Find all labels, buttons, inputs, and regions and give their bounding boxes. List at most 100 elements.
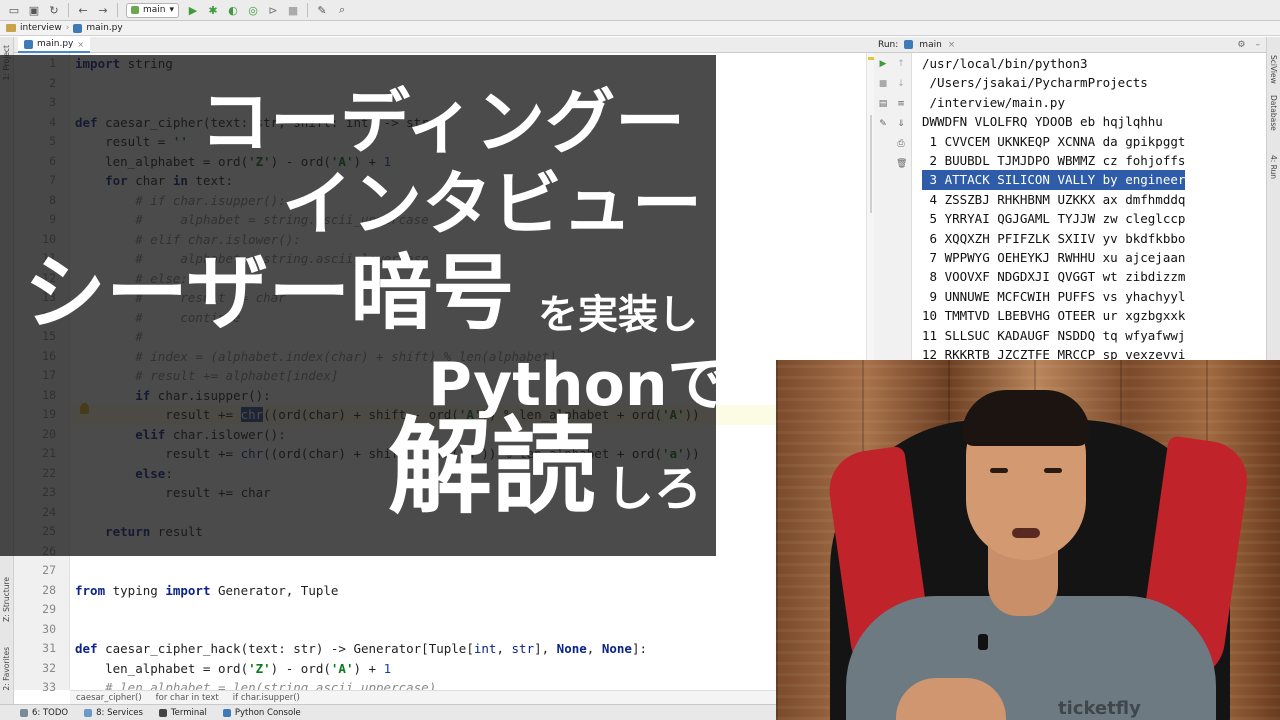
run-play-icon[interactable]: ▶: [186, 3, 200, 17]
python-config-icon: [131, 6, 139, 14]
line-number: 32: [42, 660, 56, 675]
soft-wrap-icon[interactable]: ≡: [896, 99, 906, 109]
tab-label: main.py: [37, 39, 74, 49]
pin-icon[interactable]: ✎: [878, 119, 888, 129]
python-file-icon: [73, 23, 83, 33]
output-line: /interview/main.py: [922, 94, 1065, 110]
python-file-icon: [24, 39, 33, 49]
code-line[interactable]: # len_alphabet = len(string.ascii_upperc…: [70, 678, 866, 690]
breadcrumb-separator-icon: ›: [65, 23, 70, 33]
rerun-icon[interactable]: ▶: [878, 59, 888, 69]
close-tab-icon[interactable]: ×: [77, 40, 84, 49]
output-line: 9 UNNUWE MCFCWIH PUFFS vs yhachyyl: [922, 288, 1186, 304]
terminal-icon: [158, 708, 167, 717]
tab-main-py[interactable]: main.py ×: [18, 37, 91, 53]
run-tab-main[interactable]: main: [919, 40, 942, 50]
search-icon[interactable]: ⌕: [335, 3, 349, 17]
output-line: 12 RKKRTB JZCZTFE MRCCP sp vexzevvi: [922, 347, 1186, 360]
layout-icon[interactable]: ▤: [878, 99, 888, 109]
favorites-tool-tab[interactable]: 2: Favorites: [2, 647, 11, 691]
line-number: 30: [42, 621, 56, 636]
profile-icon[interactable]: ◎: [246, 3, 260, 17]
crumb-function[interactable]: caesar_cipher(): [76, 693, 142, 703]
overlay-line-caesar-cipher: シーザー暗号: [24, 246, 515, 341]
line-number: 27: [42, 563, 56, 577]
line-number: 28: [42, 582, 56, 597]
right-tool-stripe: SciView Database 4: Run: [1266, 37, 1280, 360]
code-line[interactable]: [70, 561, 866, 581]
output-line-highlighted: 3 ATTACK SILICON VALLY by engineer: [922, 170, 1186, 190]
editor-tab-bar: main.py ×: [14, 37, 874, 53]
toolbar-divider: [307, 3, 309, 17]
output-line: 8 VOOVXF NDGDXJI QVGGT wt zibdizzm: [922, 269, 1186, 285]
code-line[interactable]: [70, 600, 866, 620]
presenter-hair: [962, 390, 1090, 446]
forward-arrow-icon[interactable]: →: [96, 3, 110, 17]
print-icon[interactable]: ⎙: [896, 139, 906, 149]
sync-icon[interactable]: ↻: [47, 3, 61, 17]
crumb-loop[interactable]: for char in text: [156, 693, 219, 703]
output-line: 6 XQQXZH PFIFZLK SXIIV yv bkdfkbbo: [922, 230, 1186, 246]
minimize-icon[interactable]: –: [1256, 40, 1261, 50]
run-configuration-select[interactable]: main ▾: [126, 2, 180, 18]
tab-services[interactable]: 8: Services: [84, 708, 143, 718]
code-line[interactable]: [70, 620, 866, 640]
breadcrumb-project[interactable]: interview: [20, 23, 62, 33]
chevron-down-icon: ▾: [169, 5, 175, 15]
coverage-icon[interactable]: ◐: [226, 3, 240, 17]
stop-icon[interactable]: ■: [878, 79, 888, 89]
scroll-to-end-icon[interactable]: ⇓: [896, 119, 906, 129]
presenter-mouth: [1012, 528, 1040, 538]
line-number: 29: [42, 602, 56, 616]
structure-tool-tab[interactable]: Z: Structure: [2, 577, 11, 622]
line-number: 33: [42, 680, 56, 694]
back-arrow-icon[interactable]: ←: [76, 3, 90, 17]
breadcrumb-file[interactable]: main.py: [86, 23, 122, 33]
tab-python-console[interactable]: Python Console: [222, 708, 301, 718]
run-console-output[interactable]: /usr/local/bin/python3 /Users/jsakai/Pyc…: [912, 53, 1266, 360]
database-tool-tab[interactable]: Database: [1269, 95, 1278, 131]
trash-icon[interactable]: 🗑: [896, 159, 907, 169]
tab-todo[interactable]: 6: TODO: [20, 708, 68, 718]
stop-icon[interactable]: ■: [286, 3, 300, 17]
save-all-icon[interactable]: ▣: [27, 3, 41, 17]
navigation-breadcrumb: interview › main.py: [0, 21, 1280, 36]
overlay-line-shiro: しろ: [606, 461, 703, 517]
crumb-condition[interactable]: if char.isupper(): [233, 693, 300, 703]
run-config-label: main: [143, 5, 166, 15]
line-number: 31: [42, 641, 56, 655]
output-line: /usr/local/bin/python3: [922, 56, 1088, 71]
output-line: 7 WPPWYG OEHEYKJ RWHHU xu ajcejaan: [922, 250, 1186, 265]
output-line: /Users/jsakai/PycharmProjects: [922, 75, 1148, 91]
run-side-toolbar: ▶ ↑ ■ ↓ ▤ ≡ ✎ ⇓ ⎙ 🗑: [874, 53, 912, 360]
gear-icon[interactable]: ⚙: [1237, 40, 1245, 50]
run-concurrency-icon[interactable]: ⊳: [266, 3, 280, 17]
tab-terminal[interactable]: Terminal: [158, 708, 207, 718]
output-line: DWWDFN VLOLFRQ YDOOB eb hqjlqhhu: [922, 114, 1163, 130]
output-line: 4 ZSSZBJ RHKHBNM UZKKX ax dmfhmddq: [922, 191, 1186, 207]
output-line: 10 TMMTVD LBEBVHG OTEER ur xgzbgxxk: [922, 308, 1186, 324]
wrench-settings-icon[interactable]: ✎: [315, 3, 329, 17]
overlay-line-decode: 解読: [388, 406, 597, 528]
overlay-line-coding: コーディングー: [200, 81, 686, 163]
toolbar-divider: [68, 3, 69, 17]
run-tool-tab[interactable]: 4: Run: [1269, 155, 1278, 179]
code-line[interactable]: def caesar_cipher_hack(text: str) -> Gen…: [70, 639, 866, 659]
close-run-tab-icon[interactable]: ×: [948, 40, 956, 50]
output-line: 1 CVVCEM UKNKEQP XCNNA da gpikpggt: [922, 133, 1186, 149]
shirt-logo-text: ticketfly: [1058, 698, 1141, 719]
scroll-down-icon[interactable]: ↓: [896, 79, 906, 89]
sciview-tool-tab[interactable]: SciView: [1269, 55, 1278, 84]
scroll-up-icon[interactable]: ↑: [896, 59, 906, 69]
presenter-eye-left: [990, 468, 1008, 473]
code-line[interactable]: len_alphabet = ord('Z') - ord('A') + 1: [70, 659, 866, 679]
debug-bug-icon[interactable]: ✱: [206, 3, 220, 17]
output-line: 11 SLLSUC KADAUGF NSDDQ tq wfyafwwj: [922, 327, 1186, 343]
run-panel-label: Run:: [878, 39, 899, 50]
open-folder-icon[interactable]: ▭: [7, 3, 21, 17]
scroll-thumb[interactable]: [870, 115, 872, 213]
todo-icon: [20, 708, 28, 717]
code-line[interactable]: from typing import Generator, Tuple: [70, 581, 866, 601]
webcam-video: ticketfly: [776, 360, 1280, 720]
lapel-microphone: [978, 634, 988, 650]
